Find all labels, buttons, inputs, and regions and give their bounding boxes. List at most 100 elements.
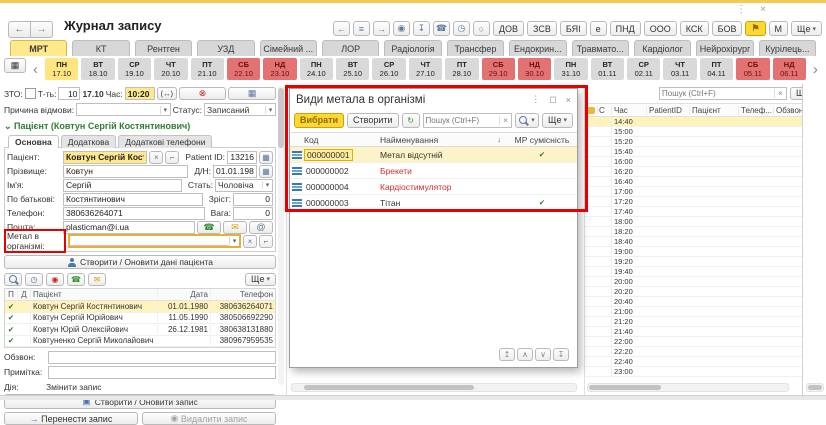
tab-uzd[interactable]: УЗД xyxy=(197,40,254,56)
horizontal-scrollbar[interactable] xyxy=(291,383,577,392)
middlename-input[interactable] xyxy=(63,193,203,206)
grid-button[interactable]: ▦ xyxy=(228,87,276,100)
time-slot-row[interactable]: 21:20 xyxy=(585,317,803,327)
date-cell[interactable]: СБ22.10 xyxy=(227,58,260,80)
time-input[interactable] xyxy=(125,87,155,100)
date-cell[interactable]: ПТ28.10 xyxy=(445,58,478,80)
dialog-search[interactable]: × xyxy=(423,113,512,128)
sort-down-icon[interactable]: ↓ xyxy=(497,135,501,144)
dates-prev-button[interactable]: ‹ xyxy=(29,58,42,80)
tab-kardioloh[interactable]: Кардіолог xyxy=(634,40,691,56)
time-slot-row[interactable]: 22:40 xyxy=(585,357,803,367)
clear-search-icon[interactable]: × xyxy=(774,89,786,98)
time-slot-row[interactable]: 23:00 xyxy=(585,367,803,377)
refusal-reason-select[interactable]: ▾ xyxy=(76,103,171,116)
time-slot-row[interactable]: 17:20 xyxy=(585,197,803,207)
clear-search-icon[interactable]: × xyxy=(499,116,511,125)
time-slot-row[interactable]: 20:20 xyxy=(585,287,803,297)
phone-input[interactable] xyxy=(63,207,205,220)
date-cell[interactable]: ЧТ27.10 xyxy=(409,58,442,80)
mail-button[interactable]: ✉ xyxy=(223,221,247,234)
time-slot-row[interactable]: 18:20 xyxy=(585,227,803,237)
note-input[interactable] xyxy=(48,366,276,379)
search-input[interactable] xyxy=(660,89,774,98)
search-person-button[interactable] xyxy=(4,273,22,286)
time-slot-row[interactable]: 14:40 xyxy=(585,117,803,127)
tab-radiolohiia[interactable]: Радіологія xyxy=(384,40,441,56)
date-cell[interactable]: ПН24.10 xyxy=(300,58,333,80)
date-cell[interactable]: СР02.11 xyxy=(627,58,660,80)
quick-button-zsv[interactable]: ЗСВ xyxy=(527,21,557,36)
nav-back-icon[interactable]: ← xyxy=(333,21,350,36)
time-slot-row[interactable]: 22:00 xyxy=(585,337,803,347)
mail-patient-button[interactable]: ✉ xyxy=(88,273,106,286)
interval-button[interactable]: (↔) xyxy=(157,87,177,100)
table-row[interactable]: ✔ Ковтун Сергій Костянтинович 01.01.1980… xyxy=(5,301,275,313)
clear-icon[interactable]: × xyxy=(149,151,163,164)
email-input[interactable] xyxy=(63,221,195,234)
dob-input[interactable] xyxy=(213,165,257,178)
list-item[interactable]: 000000003 Тітан ✔ xyxy=(290,195,577,211)
search-options-button[interactable]: ▾ xyxy=(515,113,539,128)
date-cell[interactable]: ПН17.10 xyxy=(45,58,78,80)
time-slot-row[interactable]: 19:20 xyxy=(585,257,803,267)
date-cell[interactable]: ПТ04.11 xyxy=(700,58,733,80)
open-icon[interactable]: ⌐ xyxy=(165,151,179,164)
history-icon[interactable]: ◷ xyxy=(453,21,470,36)
tab-simeinyi[interactable]: Сімейний ... xyxy=(260,40,317,56)
table-row[interactable]: ✔ Ковтуненко Сергій Миколайович 38096795… xyxy=(5,336,275,348)
update-patient-button[interactable]: Створити / Оновити дані пацієнта xyxy=(4,255,276,269)
tab-kt[interactable]: КТ xyxy=(72,40,129,56)
tab-dodatkovi-telefony[interactable]: Додаткові телефони xyxy=(118,135,212,148)
quick-button-bov[interactable]: БОВ xyxy=(712,21,743,36)
date-cell[interactable]: ЧТ20.10 xyxy=(154,58,187,80)
eye-icon[interactable]: ◉ xyxy=(393,21,410,36)
time-slot-row[interactable]: 17:00 xyxy=(585,187,803,197)
table-row[interactable]: ✔ Ковтун Юрій Олексійович 26.12.1981 380… xyxy=(5,324,275,336)
tab-neirokhirurh[interactable]: Нейрохірург xyxy=(696,40,753,56)
page-up-button[interactable]: ∧ xyxy=(517,348,533,361)
gender-select[interactable]: Чоловіча▾ xyxy=(215,179,273,192)
dialog-close-icon[interactable]: × xyxy=(566,95,571,105)
call-button[interactable]: ☎ xyxy=(197,221,221,234)
list-item[interactable]: 000000001 Метал відсутній ✔ xyxy=(290,147,577,163)
callback-input[interactable] xyxy=(48,351,276,364)
tag-icon-button[interactable]: ⚑ xyxy=(745,21,765,36)
tab-kurilets[interactable]: Курілець... xyxy=(759,40,816,56)
tab-lor[interactable]: ЛОР xyxy=(322,40,379,56)
history-button[interactable]: ◷ xyxy=(25,273,43,286)
refresh-icon-button[interactable]: ↻ xyxy=(402,113,420,128)
date-cell[interactable]: НД06.11 xyxy=(773,58,806,80)
calendar-icon[interactable]: ▦ xyxy=(259,165,273,178)
dialog-more-button[interactable]: Ще▾ xyxy=(542,113,573,128)
date-cell[interactable]: ПН31.10 xyxy=(554,58,587,80)
time-slot-row[interactable]: 17:40 xyxy=(585,207,803,217)
create-button[interactable]: Створити xyxy=(347,113,399,128)
horizontal-scrollbar[interactable] xyxy=(587,383,789,392)
tab-mrt[interactable]: МРТ xyxy=(10,40,67,56)
go-first-button[interactable]: ↥ xyxy=(499,348,515,361)
record-button[interactable]: ◉ xyxy=(46,273,64,286)
window-close-icon[interactable]: × xyxy=(760,4,766,15)
date-cell[interactable]: ПТ21.10 xyxy=(191,58,224,80)
list-icon[interactable]: ≡ xyxy=(353,21,370,36)
time-slot-row[interactable]: 19:00 xyxy=(585,247,803,257)
patient-section-header[interactable]: ⌄ Пацієнт (Ковтун Сергій Костянтинович) xyxy=(4,121,282,132)
time-slot-row[interactable]: 16:40 xyxy=(585,177,803,187)
time-slot-row[interactable]: 20:40 xyxy=(585,297,803,307)
calendar-icon-button[interactable]: ▦ xyxy=(4,58,26,73)
zto-checkbox[interactable] xyxy=(25,88,36,99)
time-slot-row[interactable]: 18:40 xyxy=(585,237,803,247)
time-slot-row[interactable]: 22:20 xyxy=(585,347,803,357)
date-cell[interactable]: ЧТ03.11 xyxy=(663,58,696,80)
patient-input[interactable] xyxy=(63,151,147,164)
dialog-restore-icon[interactable]: ◻ xyxy=(549,94,556,105)
nav-forward-icon[interactable]: → xyxy=(373,21,390,36)
tab-dodatkova[interactable]: Додаткова xyxy=(61,135,116,148)
go-last-button[interactable]: ↧ xyxy=(553,348,569,361)
tab-osnovna[interactable]: Основна xyxy=(8,135,59,148)
time-slot-row[interactable]: 15:20 xyxy=(585,137,803,147)
call-patient-button[interactable]: ☎ xyxy=(67,273,85,286)
date-cell[interactable]: НД23.10 xyxy=(263,58,296,80)
quick-button-byai[interactable]: БЯІ xyxy=(560,21,587,36)
